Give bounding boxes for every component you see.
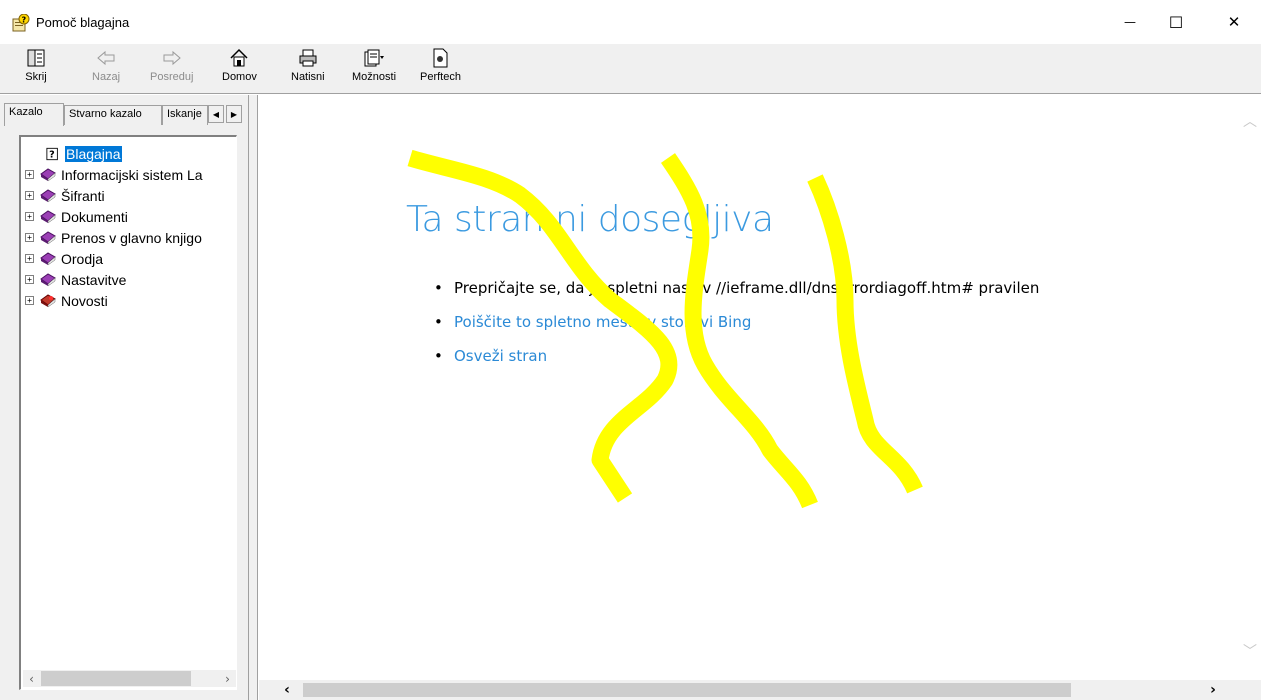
forward-arrow-icon — [161, 47, 183, 69]
tree-horizontal-scrollbar[interactable]: ‹ › — [23, 670, 236, 687]
expand-icon[interactable]: + — [25, 191, 34, 200]
expand-icon[interactable]: + — [25, 233, 34, 242]
maximize-icon: ☐ — [1168, 12, 1184, 32]
expand-icon[interactable]: + — [25, 254, 34, 263]
tab-search[interactable]: Iskanje — [162, 105, 208, 125]
list-item: Osveži stran — [434, 345, 1039, 379]
tree-item-label: Šifranti — [61, 187, 105, 204]
book-icon — [40, 209, 56, 223]
toolbar: Skrij Nazaj Posreduj Domov Natisni Možno… — [0, 44, 1261, 94]
tree-item-novosti[interactable]: + Novosti — [21, 290, 108, 311]
maximize-button[interactable]: ☐ — [1153, 0, 1199, 44]
expand-icon[interactable]: + — [25, 275, 34, 284]
tree-item-informacijski-sistem[interactable]: + Informacijski sistem La — [21, 164, 203, 185]
content-scroll-thumb[interactable] — [303, 683, 1071, 697]
printer-icon — [297, 47, 319, 69]
suggestion-list: Prepričajte se, da je spletni naslov //i… — [434, 277, 1039, 379]
window-title: Pomoč blagajna — [36, 15, 130, 30]
tab-scroll-left-button[interactable]: ◀ — [208, 105, 224, 123]
check-address-text: Prepričajte se, da je spletni naslov //i… — [454, 279, 1040, 297]
options-button[interactable]: Možnosti — [352, 47, 396, 91]
scroll-left-arrow-icon[interactable]: ‹ — [277, 681, 297, 699]
content-vertical-scrollbar[interactable]: ︿ ﹀ — [1238, 95, 1261, 680]
tree-item-label: Prenos v glavno knjigo — [61, 229, 202, 246]
help-app-icon: ? — [12, 14, 30, 32]
book-icon — [40, 251, 56, 265]
back-arrow-icon — [95, 47, 117, 69]
scroll-right-arrow-icon[interactable]: › — [219, 670, 236, 687]
tree-item-dokumenti[interactable]: + Dokumenti — [21, 206, 128, 227]
tree-item-label: Dokumenti — [61, 208, 128, 225]
book-icon — [40, 230, 56, 244]
print-button[interactable]: Natisni — [291, 47, 325, 91]
perftech-page-icon — [429, 47, 451, 69]
scroll-right-icon: ▶ — [230, 109, 238, 119]
nav-tabs: Kazalo Stvarno kazalo Iskanje ◀ ▶ — [4, 103, 246, 126]
help-page-icon: ? — [46, 147, 58, 160]
options-icon — [363, 47, 385, 69]
page-title: Ta stran ni dosegljiva — [406, 199, 774, 240]
book-icon — [40, 272, 56, 286]
tree-item-label: Orodja — [61, 250, 104, 267]
svg-text:?: ? — [49, 149, 55, 160]
home-icon — [228, 47, 250, 69]
scroll-down-icon[interactable]: ﹀ — [1242, 643, 1258, 660]
contents-tree: ? Blagajna + Informacijski sistem La + Š… — [19, 135, 237, 690]
perftech-button[interactable]: Perftech — [420, 47, 461, 91]
tree-item-orodja[interactable]: + Orodja — [21, 248, 103, 269]
refresh-page-link[interactable]: Osveži stran — [454, 347, 547, 365]
back-button[interactable]: Nazaj — [92, 47, 120, 91]
pane-splitter[interactable] — [249, 95, 258, 700]
tab-contents[interactable]: Kazalo — [4, 103, 64, 126]
print-label: Natisni — [291, 71, 325, 83]
tree-item-blagajna[interactable]: ? Blagajna — [46, 143, 122, 164]
tab-index[interactable]: Stvarno kazalo — [64, 105, 162, 125]
content-horizontal-scrollbar[interactable]: ‹ › — [259, 680, 1261, 700]
close-icon: ✕ — [1227, 13, 1241, 31]
expand-icon[interactable]: + — [25, 170, 34, 179]
expand-icon[interactable]: + — [25, 296, 34, 305]
book-icon — [40, 167, 56, 181]
tree-item-prenos[interactable]: + Prenos v glavno knjigo — [21, 227, 202, 248]
book-red-icon — [40, 293, 56, 307]
options-label: Možnosti — [352, 71, 397, 83]
home-button[interactable]: Domov — [222, 47, 257, 91]
content-pane: Ta stran ni dosegljiva Prepričajte se, d… — [259, 95, 1261, 700]
tree-scroll-thumb[interactable] — [41, 671, 191, 686]
scroll-right-arrow-icon[interactable]: › — [1203, 681, 1223, 699]
forward-label: Posreduj — [150, 71, 194, 83]
tree-item-label: Nastavitve — [61, 271, 127, 288]
navigation-pane: Kazalo Stvarno kazalo Iskanje ◀ ▶ ? Blag… — [0, 95, 249, 700]
tree-item-nastavitve[interactable]: + Nastavitve — [21, 269, 126, 290]
tab-search-label: Iskanje — [167, 108, 202, 120]
tree-item-sifranti[interactable]: + Šifranti — [21, 185, 105, 206]
tree-item-label: Novosti — [61, 292, 108, 309]
minimize-button[interactable]: — — [1107, 0, 1153, 44]
perftech-label: Perftech — [420, 71, 461, 83]
search-bing-link[interactable]: Poiščite to spletno mesto v storitvi Bin… — [454, 313, 751, 331]
close-button[interactable]: ✕ — [1211, 0, 1257, 44]
svg-text:?: ? — [22, 16, 27, 25]
list-item: Prepričajte se, da je spletni naslov //i… — [434, 277, 1039, 311]
hide-pane-icon — [25, 47, 47, 69]
tree-item-label: Informacijski sistem La — [61, 166, 203, 183]
hide-button[interactable]: Skrij — [25, 47, 47, 91]
minimize-icon: — — [1124, 15, 1136, 29]
book-icon — [40, 188, 56, 202]
tree-item-label: Blagajna — [65, 145, 122, 162]
scroll-left-arrow-icon[interactable]: ‹ — [23, 670, 40, 687]
tab-index-label: Stvarno kazalo — [69, 108, 142, 120]
home-label: Domov — [222, 71, 257, 83]
expand-icon[interactable]: + — [25, 212, 34, 221]
scroll-up-icon[interactable]: ︿ — [1242, 113, 1258, 130]
forward-button[interactable]: Posreduj — [150, 47, 193, 91]
tab-contents-label: Kazalo — [9, 106, 43, 118]
hide-label: Skrij — [25, 71, 47, 83]
list-item: Poiščite to spletno mesto v storitvi Bin… — [434, 311, 1039, 345]
title-bar: ? Pomoč blagajna — ☐ ✕ — [0, 0, 1261, 44]
back-label: Nazaj — [92, 71, 121, 83]
tab-scroll-right-button[interactable]: ▶ — [226, 105, 242, 123]
scroll-left-icon: ◀ — [212, 109, 220, 119]
